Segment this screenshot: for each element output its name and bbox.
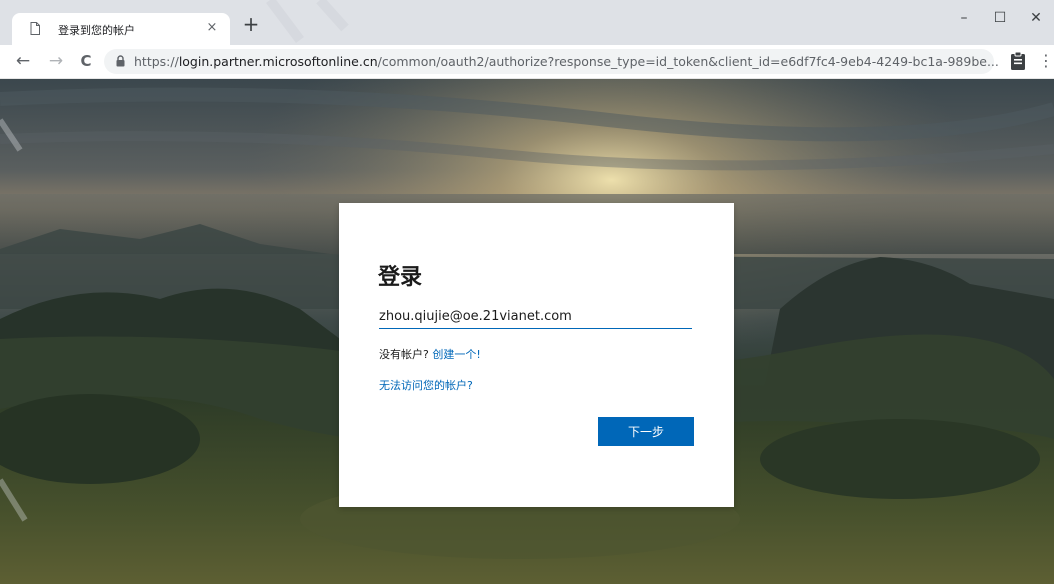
new-tab-button[interactable]: + bbox=[241, 14, 261, 34]
lock-icon bbox=[116, 55, 125, 67]
back-button[interactable]: ← bbox=[12, 50, 34, 72]
close-window-button[interactable]: ✕ bbox=[1020, 6, 1052, 30]
minimize-button[interactable]: – bbox=[948, 6, 980, 30]
next-button[interactable]: 下一步 bbox=[598, 417, 694, 446]
signin-card: 登录 没有帐户? 创建一个! 无法访问您的帐户? 下一步 bbox=[339, 203, 734, 507]
tab-signin[interactable]: 登录到您的帐户 × bbox=[12, 13, 230, 45]
no-account-row: 没有帐户? 创建一个! bbox=[379, 346, 481, 362]
tab-strip: 登录到您的帐户 × + – ☐ ✕ bbox=[0, 0, 1054, 45]
clipboard-extension-icon[interactable] bbox=[1008, 50, 1028, 72]
signin-title: 登录 bbox=[378, 265, 423, 290]
url-host: login.partner.microsoftonline.cn bbox=[178, 54, 378, 69]
browser-toolbar: ← → C https://login.partner.microsoftonl… bbox=[0, 45, 1054, 79]
cant-access-link[interactable]: 无法访问您的帐户? bbox=[379, 377, 473, 393]
close-tab-icon[interactable]: × bbox=[204, 20, 220, 36]
url-scheme: https:// bbox=[134, 54, 179, 69]
maximize-button[interactable]: ☐ bbox=[984, 6, 1016, 30]
reload-button[interactable]: C bbox=[75, 50, 97, 72]
create-account-link[interactable]: 创建一个! bbox=[432, 348, 480, 361]
address-bar[interactable]: https://login.partner.microsoftonline.cn… bbox=[104, 49, 999, 74]
url-path: /common/oauth2/authorize?response_type=i… bbox=[377, 54, 999, 69]
tab-title: 登录到您的帐户 bbox=[58, 24, 135, 37]
email-field[interactable] bbox=[379, 304, 692, 329]
no-account-text: 没有帐户? bbox=[379, 348, 429, 361]
browser-menu-icon[interactable]: ⋮ bbox=[1038, 50, 1054, 72]
forward-button[interactable]: → bbox=[45, 50, 67, 72]
url-text: https://login.partner.microsoftonline.cn… bbox=[134, 54, 999, 69]
page-icon bbox=[30, 22, 40, 35]
